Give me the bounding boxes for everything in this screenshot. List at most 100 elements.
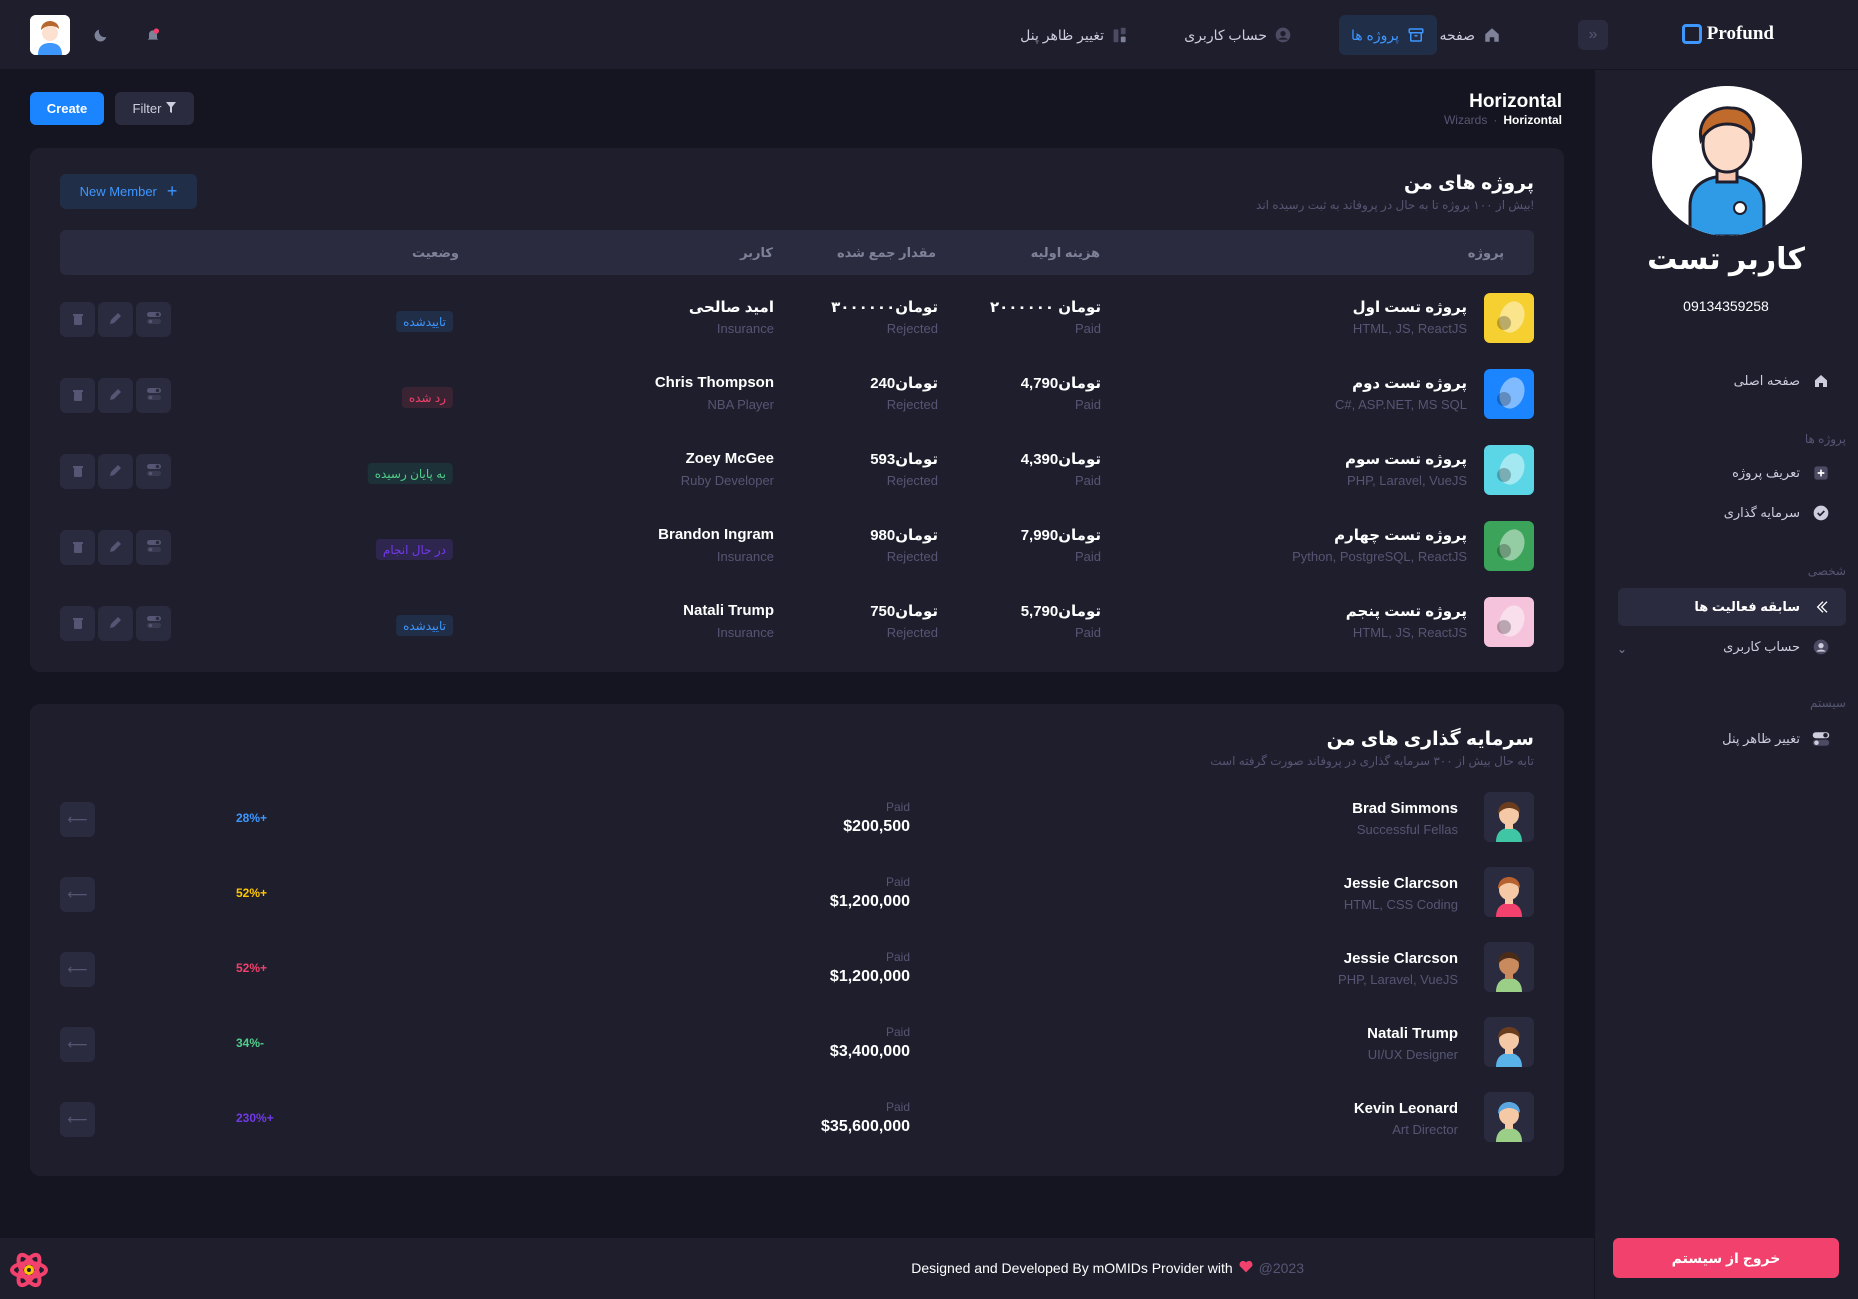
delete-button[interactable] xyxy=(60,606,95,641)
profile-avatar[interactable] xyxy=(1652,86,1802,236)
home-icon xyxy=(1812,372,1830,390)
logo-icon xyxy=(1681,24,1702,44)
investor-name[interactable]: Jessie Clarcson xyxy=(1344,875,1458,892)
investment-amount: $1,200,000 xyxy=(829,893,910,910)
sidebar-item-investment-label: سرمایه گذاری xyxy=(1723,505,1800,520)
react-logo-icon xyxy=(10,1251,48,1289)
edit-button[interactable] xyxy=(98,606,133,641)
investor-role: HTML, CSS Coding xyxy=(1343,897,1458,912)
initial-cost-status: Paid xyxy=(1074,625,1101,640)
delete-button[interactable] xyxy=(60,530,95,565)
delete-button[interactable] xyxy=(60,302,95,337)
sidebar-item-home-label: صفحه اصلی xyxy=(1733,373,1800,388)
investor-name[interactable]: Jessie Clarcson xyxy=(1344,950,1458,967)
project-name[interactable]: پروژه تست دوم xyxy=(1352,374,1467,392)
arrow-left-icon: ⟵ xyxy=(67,811,88,827)
edit-button[interactable] xyxy=(98,454,133,489)
project-tech: C#, ASP.NET, MS SQL xyxy=(1335,397,1467,412)
sidebar-item-activity[interactable]: سابقه فعالیت ها xyxy=(1618,588,1846,626)
sidebar-item-account[interactable]: حساب کاربری xyxy=(1723,628,1830,666)
change-percent: 230%+ xyxy=(236,1111,274,1125)
breadcrumb-current: Horizontal xyxy=(1503,113,1562,127)
delete-button[interactable] xyxy=(60,378,95,413)
list-item: Jessie Clarcson HTML, CSS Coding Paid $1… xyxy=(60,867,1534,927)
user-icon xyxy=(1812,638,1830,656)
collected-status: Rejected xyxy=(886,625,938,640)
create-button[interactable]: Create xyxy=(30,92,104,125)
row-actions xyxy=(60,606,171,641)
toggle-button[interactable] xyxy=(136,530,171,565)
trash-icon xyxy=(72,616,84,632)
sidebar-section-personal: شخصی xyxy=(1807,564,1846,578)
new-member-button[interactable]: New Member + xyxy=(60,174,197,209)
nav-theme[interactable]: تغییر ظاهر پنل xyxy=(1008,15,1140,55)
sidebar-item-investment[interactable]: سرمایه گذاری xyxy=(1724,494,1830,532)
investor-name[interactable]: Brad Simmons xyxy=(1352,800,1458,817)
brand-logo[interactable]: Profund xyxy=(1681,20,1774,48)
project-thumbnail[interactable] xyxy=(1484,521,1534,571)
arrow-button[interactable]: ⟵ xyxy=(60,877,95,912)
trash-icon xyxy=(72,540,84,556)
nav-projects[interactable]: پروژه ها xyxy=(1338,15,1437,55)
user-name: Natali Trump xyxy=(683,602,774,619)
toggle-button[interactable] xyxy=(136,378,171,413)
arrow-button[interactable]: ⟵ xyxy=(60,802,95,837)
edit-button[interactable] xyxy=(98,530,133,565)
toggle-button[interactable] xyxy=(136,606,171,641)
investor-name[interactable]: Natali Trump xyxy=(1367,1025,1458,1042)
paid-label: Paid xyxy=(885,1025,910,1039)
toggle-button[interactable] xyxy=(136,454,171,489)
investor-role: PHP, Laravel, VueJS xyxy=(1338,972,1458,987)
nav-account-label: حساب کاربری xyxy=(1184,26,1267,43)
arrow-button[interactable]: ⟵ xyxy=(60,1102,95,1137)
chevron-down-icon[interactable]: ⌄ xyxy=(1617,642,1627,656)
change-percent: 28%+ xyxy=(236,811,268,825)
investment-amount: $1,200,000 xyxy=(829,968,910,985)
row-actions xyxy=(60,378,171,413)
investments-card: سرمایه گذاری های من تابه حال بیش از ۳۰۰ … xyxy=(30,704,1564,1176)
filter-button[interactable]: Filter xyxy=(115,92,194,125)
sidebar-item-activity-label: سابقه فعالیت ها xyxy=(1694,599,1800,614)
project-thumbnail[interactable] xyxy=(1484,445,1534,495)
status-badge: تاییدشده xyxy=(396,615,453,636)
user-role: Insurance xyxy=(716,321,774,336)
initial-cost: ۲۰۰۰۰۰۰ تومان xyxy=(989,299,1101,316)
project-thumbnail[interactable] xyxy=(1484,293,1534,343)
breadcrumb-parent[interactable]: Wizards xyxy=(1444,113,1487,127)
sidebar-item-define-project[interactable]: تعریف پروژه xyxy=(1732,454,1830,492)
user-avatar[interactable] xyxy=(30,15,70,55)
toggle-icon xyxy=(1812,730,1830,748)
edit-button[interactable] xyxy=(98,378,133,413)
project-tech: Python, PostgreSQL, ReactJS xyxy=(1292,549,1467,564)
moon-icon[interactable] xyxy=(91,25,111,45)
project-thumbnail[interactable] xyxy=(1484,597,1534,647)
toggle-icon xyxy=(146,312,161,327)
sidebar: کاربر تست 09134359258 صفحه اصلی پروژه ها… xyxy=(1594,70,1858,1299)
sidebar-toggle-button[interactable]: » xyxy=(1578,20,1608,50)
project-thumbnail[interactable] xyxy=(1484,369,1534,419)
sidebar-item-theme[interactable]: تغییر ظاهر پنل xyxy=(1722,720,1830,758)
chart-icon xyxy=(1112,26,1128,44)
nav-account[interactable]: حساب کاربری xyxy=(1172,15,1303,55)
project-name[interactable]: پروژه تست چهارم xyxy=(1334,526,1467,544)
filter-icon xyxy=(166,101,177,116)
logout-button[interactable]: خروج از سیستم xyxy=(1613,1238,1839,1278)
sidebar-item-home[interactable]: صفحه اصلی xyxy=(1734,362,1830,400)
arrow-button[interactable]: ⟵ xyxy=(60,952,95,987)
initial-cost: تومان4,390 xyxy=(1020,451,1101,468)
investor-name[interactable]: Kevin Leonard xyxy=(1354,1100,1458,1117)
profile-phone: 09134359258 xyxy=(1683,298,1769,314)
project-name[interactable]: پروژه تست پنجم xyxy=(1346,602,1467,620)
arrow-left-icon: ⟵ xyxy=(67,961,88,977)
arrow-button[interactable]: ⟵ xyxy=(60,1027,95,1062)
initial-cost-status: Paid xyxy=(1074,397,1101,412)
paid-label: Paid xyxy=(885,800,910,814)
project-name[interactable]: پروژه تست اول xyxy=(1353,298,1467,316)
toggle-button[interactable] xyxy=(136,302,171,337)
edit-button[interactable] xyxy=(98,302,133,337)
project-name[interactable]: پروژه تست سوم xyxy=(1345,450,1467,468)
sidebar-section-projects: پروژه ها xyxy=(1804,432,1846,446)
user-icon xyxy=(1275,27,1291,43)
notification-icon[interactable] xyxy=(143,25,163,45)
delete-button[interactable] xyxy=(60,454,95,489)
